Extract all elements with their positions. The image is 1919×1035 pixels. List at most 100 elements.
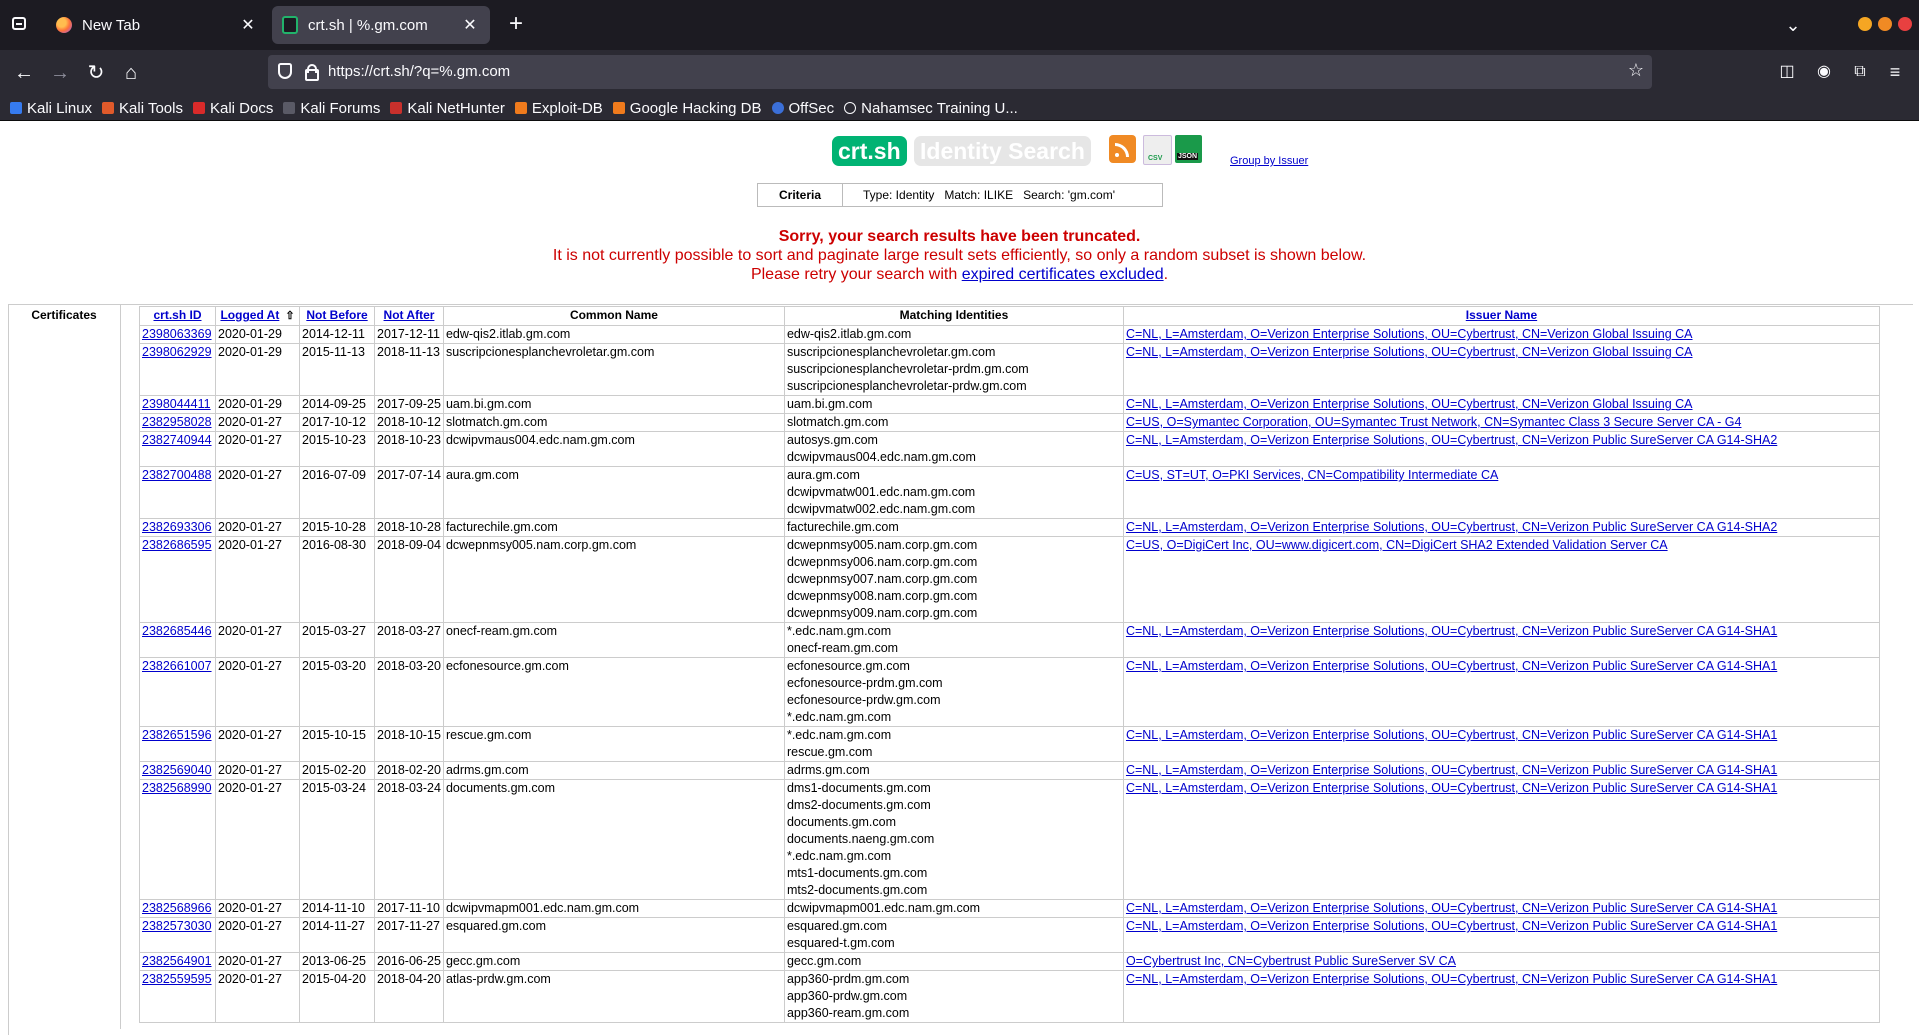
cert-id-link[interactable]: 2382564901 [142,954,212,968]
bookmark-kali-nethunter[interactable]: Kali NetHunter [390,100,505,117]
issuer-name-link[interactable]: O=Cybertrust Inc, CN=Cybertrust Public S… [1126,954,1456,968]
account-icon[interactable]: ◉ [1813,61,1835,83]
rss-feed-icon[interactable] [1109,135,1136,163]
issuer-name-link[interactable]: C=NL, L=Amsterdam, O=Verizon Enterprise … [1126,327,1693,341]
col-not-after[interactable]: Not After [374,306,444,326]
tab-crtsh[interactable]: crt.sh | %.gm.com ✕ [272,6,490,44]
expired-excluded-link[interactable]: expired certificates excluded [962,266,1164,283]
issuer-name-link[interactable]: C=NL, L=Amsterdam, O=Verizon Enterprise … [1126,763,1777,777]
cert-id-link[interactable]: 2382685446 [142,624,212,638]
issuer-name-link[interactable]: C=NL, L=Amsterdam, O=Verizon Enterprise … [1126,433,1777,447]
cert-id[interactable]: 2382740944 [139,431,216,467]
cert-id-link[interactable]: 2398063369 [142,327,212,341]
issuer-name[interactable]: C=NL, L=Amsterdam, O=Verizon Enterprise … [1122,779,1880,900]
issuer-name[interactable]: C=NL, L=Amsterdam, O=Verizon Enterprise … [1122,970,1880,1023]
issuer-name-link[interactable]: C=US, O=DigiCert Inc, OU=www.digicert.co… [1126,538,1668,552]
cert-id-link[interactable]: 2382651596 [142,728,212,742]
reload-icon[interactable]: ↻ [82,59,110,87]
cert-id[interactable]: 2382661007 [139,657,216,727]
minimize-button[interactable] [1858,17,1872,31]
cert-id-link[interactable]: 2382573030 [142,919,212,933]
cert-id[interactable]: 2382958028 [139,413,216,432]
cert-id[interactable]: 2382693306 [139,518,216,537]
json-download-icon[interactable] [1175,135,1202,163]
bookmark-kali-tools[interactable]: Kali Tools [102,100,183,117]
cert-id[interactable]: 2398063369 [139,325,216,344]
hamburger-menu-icon[interactable]: ≡ [1884,61,1906,83]
issuer-name-link[interactable]: C=US, ST=UT, O=PKI Services, CN=Compatib… [1126,468,1498,482]
url-text[interactable]: https://crt.sh/?q=%.gm.com [328,63,510,80]
issuer-name[interactable]: C=US, O=DigiCert Inc, OU=www.digicert.co… [1122,536,1880,623]
csv-download-icon[interactable] [1143,135,1172,165]
issuer-name-link[interactable]: C=NL, L=Amsterdam, O=Verizon Enterprise … [1126,520,1777,534]
cert-id[interactable]: 2382573030 [139,917,216,953]
cert-id[interactable]: 2382559595 [139,970,216,1023]
cert-id-link[interactable]: 2382568990 [142,781,212,795]
sort-logged-at-link[interactable]: Logged At [220,308,279,322]
home-icon[interactable]: ⌂ [117,59,145,87]
issuer-name-link[interactable]: C=NL, L=Amsterdam, O=Verizon Enterprise … [1126,972,1777,986]
issuer-name-link[interactable]: C=NL, L=Amsterdam, O=Verizon Enterprise … [1126,624,1777,638]
issuer-name-link[interactable]: C=NL, L=Amsterdam, O=Verizon Enterprise … [1126,345,1693,359]
cert-id[interactable]: 2382568990 [139,779,216,900]
cert-id-link[interactable]: 2382740944 [142,433,212,447]
cert-id[interactable]: 2398062929 [139,343,216,396]
cert-id[interactable]: 2398044411 [139,395,216,414]
cert-id-link[interactable]: 2382958028 [142,415,212,429]
cert-id[interactable]: 2382686595 [139,536,216,623]
back-arrow-icon[interactable]: ← [10,59,38,87]
cert-id-link[interactable]: 2382693306 [142,520,212,534]
cert-id-link[interactable]: 2382559595 [142,972,212,986]
cert-id-link[interactable]: 2382661007 [142,659,212,673]
cert-id-link[interactable]: 2382569040 [142,763,212,777]
issuer-name[interactable]: C=NL, L=Amsterdam, O=Verizon Enterprise … [1122,899,1880,918]
bookmark-kali-docs[interactable]: Kali Docs [192,100,273,117]
sort-crtsh-id-link[interactable]: crt.sh ID [153,308,201,322]
issuer-name-link[interactable]: C=NL, L=Amsterdam, O=Verizon Enterprise … [1126,659,1777,673]
close-window-button[interactable] [1898,17,1912,31]
group-by-issuer-link[interactable]: Group by Issuer [1230,155,1308,167]
issuer-name[interactable]: C=US, ST=UT, O=PKI Services, CN=Compatib… [1122,466,1880,519]
cert-id[interactable]: 2382568966 [139,899,216,918]
issuer-name-link[interactable]: C=NL, L=Amsterdam, O=Verizon Enterprise … [1126,397,1693,411]
issuer-name[interactable]: C=NL, L=Amsterdam, O=Verizon Enterprise … [1122,518,1880,537]
new-tab-button[interactable]: + [503,12,529,38]
issuer-name[interactable]: C=NL, L=Amsterdam, O=Verizon Enterprise … [1122,761,1880,780]
issuer-name[interactable]: C=US, O=Symantec Corporation, OU=Symante… [1122,413,1880,432]
bookmark-offsec[interactable]: OffSec [771,100,834,117]
cert-id[interactable]: 2382685446 [139,622,216,658]
chevron-down-icon[interactable]: ⌄ [1780,12,1806,38]
cert-id[interactable]: 2382564901 [139,952,216,971]
cert-id-link[interactable]: 2382686595 [142,538,212,552]
bookmark-nahamsec[interactable]: Nahamsec Training U... [844,100,1018,117]
issuer-name[interactable]: C=NL, L=Amsterdam, O=Verizon Enterprise … [1122,917,1880,953]
issuer-name-link[interactable]: C=NL, L=Amsterdam, O=Verizon Enterprise … [1126,901,1777,915]
cert-id[interactable]: 2382651596 [139,726,216,762]
bookmark-star-icon[interactable]: ☆ [1628,60,1644,81]
tab-new-tab[interactable]: New Tab ✕ [46,6,268,44]
extensions-icon[interactable]: ⧉ [1849,61,1871,83]
issuer-name[interactable]: C=NL, L=Amsterdam, O=Verizon Enterprise … [1122,657,1880,727]
cert-id-link[interactable]: 2382568966 [142,901,212,915]
issuer-name[interactable]: C=NL, L=Amsterdam, O=Verizon Enterprise … [1122,622,1880,658]
forward-arrow-icon[interactable]: → [46,59,74,87]
shield-icon[interactable] [278,63,292,79]
issuer-name[interactable]: C=NL, L=Amsterdam, O=Verizon Enterprise … [1122,431,1880,467]
issuer-name[interactable]: C=NL, L=Amsterdam, O=Verizon Enterprise … [1122,325,1880,344]
cert-id[interactable]: 2382569040 [139,761,216,780]
col-logged-at[interactable]: Logged At ⇧ [215,306,300,326]
close-tab-icon[interactable]: ✕ [238,15,258,35]
issuer-name[interactable]: O=Cybertrust Inc, CN=Cybertrust Public S… [1122,952,1880,971]
issuer-name[interactable]: C=NL, L=Amsterdam, O=Verizon Enterprise … [1122,726,1880,762]
cert-id[interactable]: 2382700488 [139,466,216,519]
issuer-name-link[interactable]: C=NL, L=Amsterdam, O=Verizon Enterprise … [1126,919,1777,933]
pocket-icon[interactable]: ◫ [1776,61,1798,83]
cert-id-link[interactable]: 2398044411 [142,397,211,411]
bookmark-google-hacking-db[interactable]: Google Hacking DB [612,100,762,117]
issuer-name-link[interactable]: C=NL, L=Amsterdam, O=Verizon Enterprise … [1126,728,1777,742]
crtsh-logo[interactable]: crt.sh [832,136,907,166]
sort-issuer-link[interactable]: Issuer Name [1466,308,1537,322]
issuer-name[interactable]: C=NL, L=Amsterdam, O=Verizon Enterprise … [1122,395,1880,414]
cert-id-link[interactable]: 2382700488 [142,468,212,482]
maximize-button[interactable] [1878,17,1892,31]
